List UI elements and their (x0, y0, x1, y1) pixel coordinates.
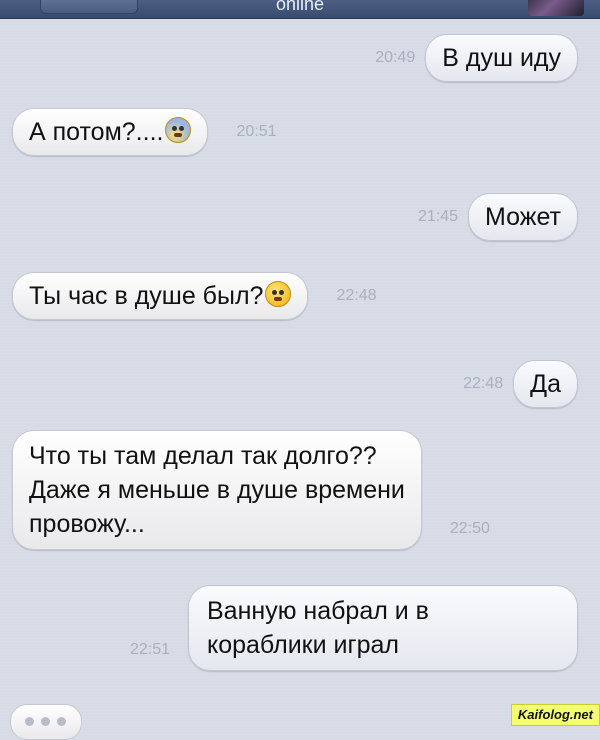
anxious-face-icon (165, 117, 192, 143)
message-row: 20:49 В душ иду (375, 34, 578, 82)
message-text: А потом?.... (29, 118, 164, 146)
watermark: Kaifolog.net (510, 704, 600, 726)
message-time: 22:48 (336, 287, 377, 304)
message-row: Ты час в душе был? 22:48 (12, 272, 377, 320)
message-text-line: Что ты там делал так долго?? (29, 442, 377, 470)
outgoing-message-bubble[interactable]: В душ иду (425, 34, 578, 82)
avatar[interactable] (528, 0, 584, 16)
navigation-bar: online (0, 0, 600, 19)
message-time: 20:49 (375, 49, 416, 66)
message-text-line: Даже я меньше в душе времени (29, 476, 405, 504)
message-time: 22:48 (463, 375, 504, 392)
message-text-line: провожу... (29, 510, 145, 538)
message-text-line: кораблики играл (207, 631, 400, 659)
outgoing-message-bubble[interactable]: Может (468, 193, 578, 241)
message-text: Может (485, 203, 561, 231)
message-time: 21:45 (417, 208, 459, 225)
typing-dots-icon (10, 704, 82, 740)
message-row: Что ты там делал так долго?? Даже я мень… (12, 430, 490, 550)
message-time: 20:51 (236, 123, 277, 140)
message-time: 22:50 (449, 520, 490, 537)
contact-status: online (275, 0, 325, 14)
message-row: 21:45 Может (418, 193, 578, 241)
message-text-line: Ванную набрал и в (207, 597, 429, 625)
message-row: А потом?.... 20:51 (12, 108, 277, 156)
message-text: В душ иду (442, 44, 561, 72)
message-text: Да (530, 370, 561, 398)
message-text: Ты час в душе был? (29, 282, 264, 310)
incoming-message-bubble[interactable]: Что ты там делал так долго?? Даже я мень… (12, 430, 422, 550)
outgoing-message-bubble[interactable]: Да (513, 360, 578, 408)
message-row: 22:48 Да (463, 360, 578, 408)
message-time: 22:51 (129, 641, 170, 658)
incoming-message-bubble[interactable]: Ты час в душе был? (12, 272, 309, 320)
outgoing-message-bubble[interactable]: Ванную набрал и в кораблики играл (188, 585, 578, 671)
flushed-face-icon (265, 281, 292, 307)
message-row: 22:51 Ванную набрал и в кораблики играл (130, 585, 578, 671)
incoming-message-bubble[interactable]: А потом?.... (12, 108, 209, 156)
